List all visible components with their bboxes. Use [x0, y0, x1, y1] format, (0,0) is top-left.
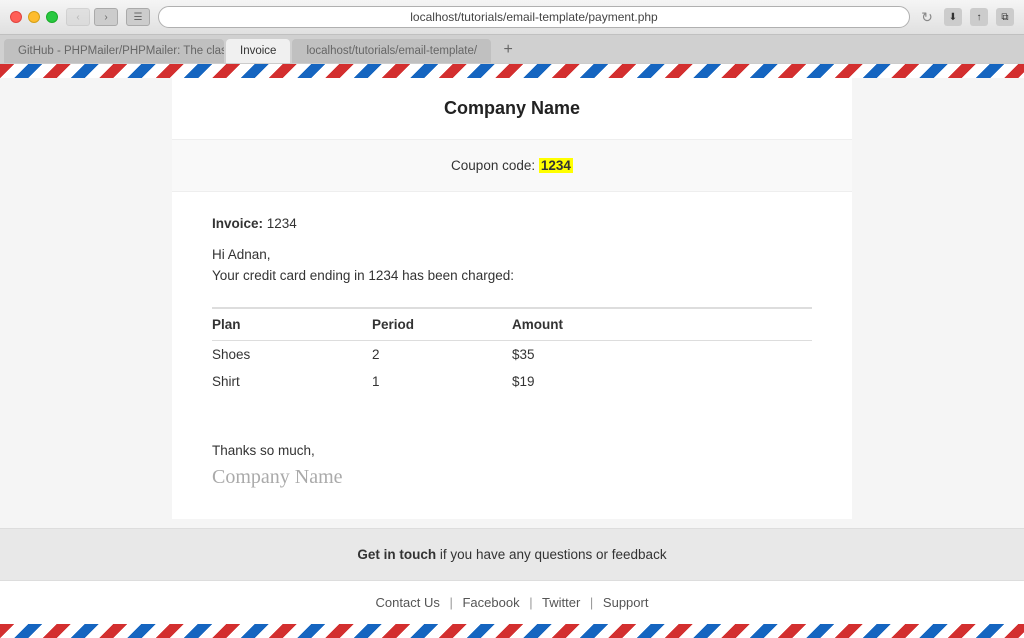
tab-invoice-label: Invoice [240, 45, 276, 57]
sep-1: | [449, 595, 452, 610]
email-header: Company Name [172, 78, 852, 140]
download-icon[interactable]: ⬇ [944, 8, 962, 26]
sep-2: | [529, 595, 532, 610]
support-link[interactable]: Support [603, 595, 649, 610]
email-container: Company Name Coupon code: 1234 Invoice: … [172, 78, 852, 519]
invoice-number: 1234 [267, 216, 297, 231]
airmail-border-top [0, 64, 1024, 78]
signature-text: Company Name [212, 466, 812, 489]
new-tab-icon[interactable]: ⧉ [996, 8, 1014, 26]
address-bar[interactable]: localhost/tutorials/email-template/payme… [158, 6, 910, 28]
window-controls [10, 11, 58, 23]
contact-us-link[interactable]: Contact Us [376, 595, 440, 610]
reader-icon: ☰ [134, 12, 143, 23]
tab-github[interactable]: GitHub - PHPMailer/PHPMailer: The classi… [4, 39, 224, 63]
share-icon[interactable]: ↑ [970, 8, 988, 26]
url-text: localhost/tutorials/email-template/payme… [410, 10, 657, 24]
close-button[interactable] [10, 11, 22, 23]
tab-invoice[interactable]: Invoice [226, 39, 290, 63]
reload-icon: ↻ [921, 9, 933, 26]
reader-view-button[interactable]: ☰ [126, 8, 150, 26]
back-button[interactable]: ‹ [66, 8, 90, 26]
thanks-text: Thanks so much, [212, 443, 812, 458]
coupon-code: 1234 [539, 158, 573, 173]
maximize-button[interactable] [46, 11, 58, 23]
table-row: Shoes 2 $35 [212, 341, 812, 369]
forward-button[interactable]: › [94, 8, 118, 26]
col-header-period: Period [372, 308, 512, 341]
cell-period: 1 [372, 368, 512, 395]
cell-amount: $35 [512, 341, 812, 369]
cell-period: 2 [372, 341, 512, 369]
browser-icons: ⬇ ↑ ⧉ [944, 8, 1014, 26]
footer-bar: Get in touch if you have any questions o… [0, 528, 1024, 580]
tab-localhost[interactable]: localhost/tutorials/email-template/ [292, 39, 491, 63]
coupon-label: Coupon code: [451, 158, 535, 173]
browser-chrome: ‹ › ☰ localhost/tutorials/email-template… [0, 0, 1024, 64]
invoice-line: Invoice: 1234 [212, 216, 812, 231]
tab-github-label: GitHub - PHPMailer/PHPMailer: The classi… [18, 45, 224, 57]
add-tab-button[interactable]: + [497, 39, 519, 61]
tab-localhost-label: localhost/tutorials/email-template/ [306, 45, 477, 57]
twitter-link[interactable]: Twitter [542, 595, 580, 610]
minimize-button[interactable] [28, 11, 40, 23]
get-in-touch-text: Get in touch [357, 547, 436, 562]
cell-amount: $19 [512, 368, 812, 395]
coupon-section: Coupon code: 1234 [172, 140, 852, 192]
tabs-bar: GitHub - PHPMailer/PHPMailer: The classi… [0, 35, 1024, 63]
company-name-header: Company Name [192, 98, 832, 119]
col-header-amount: Amount [512, 308, 812, 341]
footer-links: Contact Us | Facebook | Twitter | Suppor… [0, 580, 1024, 624]
forward-icon: › [104, 12, 107, 23]
invoice-table: Plan Period Amount Shoes 2 $35 Shirt 1 $… [212, 307, 812, 395]
sep-3: | [590, 595, 593, 610]
airmail-border-bottom [0, 624, 1024, 638]
page-content: Company Name Coupon code: 1234 Invoice: … [0, 78, 1024, 528]
col-header-plan: Plan [212, 308, 372, 341]
cell-plan: Shoes [212, 341, 372, 369]
plus-icon: + [503, 41, 512, 59]
browser-toolbar: ‹ › ☰ localhost/tutorials/email-template… [0, 0, 1024, 35]
email-footer-body: Thanks so much, Company Name [172, 443, 852, 519]
nav-buttons: ‹ › [66, 8, 118, 26]
email-body: Invoice: 1234 Hi Adnan, Your credit card… [172, 192, 852, 443]
greeting-text: Hi Adnan, [212, 247, 812, 262]
footer-subtext: if you have any questions or feedback [440, 547, 667, 562]
invoice-label: Invoice: [212, 216, 263, 231]
back-icon: ‹ [76, 12, 79, 23]
table-row: Shirt 1 $19 [212, 368, 812, 395]
charge-text: Your credit card ending in 1234 has been… [212, 268, 812, 283]
cell-plan: Shirt [212, 368, 372, 395]
reload-button[interactable]: ↻ [918, 8, 936, 26]
facebook-link[interactable]: Facebook [462, 595, 519, 610]
